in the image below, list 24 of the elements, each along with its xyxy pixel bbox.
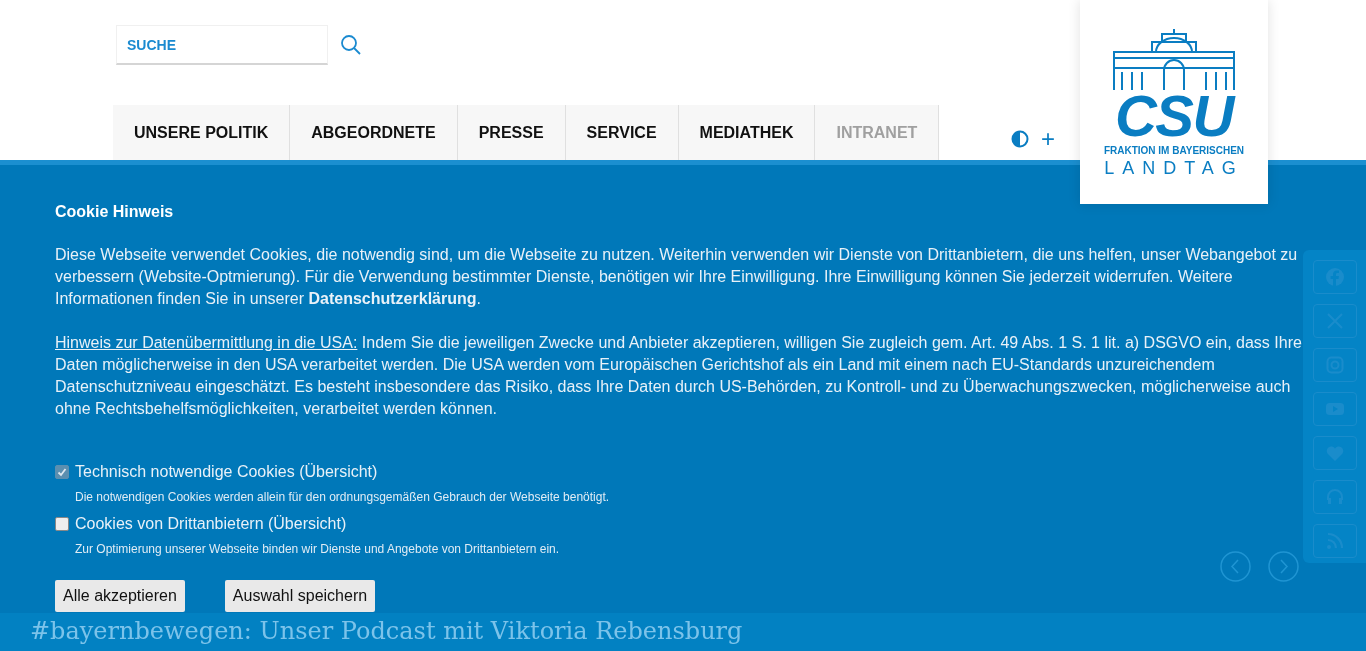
- cookie-text: Diese Webseite verwendet Cookies, die notwendig sind, um die Webseite zu nutzen. Weiterhin verwenden wir Dienste von Drittanbietern, die uns helfen, unser Webangebot zu verbessern (Website-Optmierung). Für die Verwendung bestimmter Dienste, benötigen wir Ihre Einwilligung. Ihre Einwilligung können Sie jederzeit widerrufen. Weitere Informationen finden Sie in unserer Datenschutzerklärung.: [55, 245, 1299, 309]
- search-field[interactable]: SUCHE: [116, 25, 328, 65]
- checkbox[interactable]: [55, 517, 69, 531]
- logo-subtitle: LANDTAG: [1104, 158, 1244, 178]
- consent-button[interactable]: Auswahl speichern: [224, 580, 376, 612]
- previous-icon[interactable]: [1220, 551, 1251, 582]
- zoom-in-button[interactable]: +: [1041, 127, 1055, 151]
- consent-button[interactable]: Alle akzeptieren: [55, 580, 185, 612]
- nav-tab[interactable]: UNSERE POLITIK: [113, 105, 291, 160]
- cookie-title: Cookie Hinweis: [55, 202, 175, 222]
- search-icon[interactable]: [340, 34, 362, 56]
- nav-tab[interactable]: PRESSE: [457, 105, 566, 160]
- article-headline: #bayernbewegen: Unser Podcast mit Viktoria Rebensburg: [30, 616, 744, 647]
- option-description: Zur Optimierung unserer Webseite binden wir Dienste und Angebote von Drittanbietern ein.: [75, 541, 561, 558]
- option-description: Die notwendigen Cookies werden allein für den ordnungsgemäßen Gebrauch der Webseite benötigt.: [75, 489, 611, 506]
- contrast-icon[interactable]: [1011, 130, 1029, 148]
- checkbox-label[interactable]: Cookies von Drittanbietern (Übersicht): [75, 512, 347, 536]
- logo-subtitle: FRAKTION IM BAYERISCHEN: [1103, 144, 1245, 158]
- usa-notice-link[interactable]: Hinweis zur Datenübermittlung in die USA:: [55, 334, 358, 351]
- next-icon[interactable]: [1268, 551, 1299, 582]
- nav-tab[interactable]: SERVICE: [565, 105, 679, 160]
- logo-wordmark: CSU: [1114, 92, 1234, 140]
- nav-tab[interactable]: MEDIATHEK: [678, 105, 816, 160]
- nav-tab[interactable]: ABGEORDNETE: [290, 105, 458, 160]
